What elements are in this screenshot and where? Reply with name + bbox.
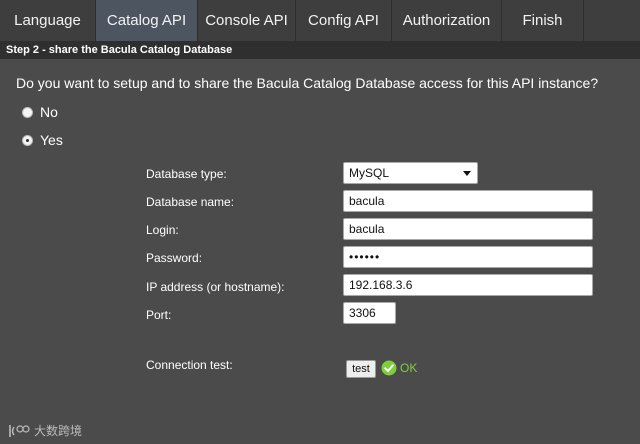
tab-authorization[interactable]: Authorization	[392, 0, 502, 41]
tab-authorization-label: Authorization	[402, 12, 491, 29]
password-input[interactable]: ••••••	[343, 246, 593, 268]
tab-config-api-label: Config API	[308, 12, 379, 29]
tab-console-api[interactable]: Console API	[198, 0, 296, 41]
option-yes[interactable]: Yes	[22, 132, 63, 148]
wizard-steps: Language Catalog API Console API Config …	[0, 0, 640, 41]
chevron-down-icon	[463, 171, 471, 176]
port-input[interactable]: 3306	[343, 302, 396, 324]
radio-yes[interactable]	[22, 134, 33, 146]
tab-language[interactable]: Language	[0, 0, 96, 41]
option-yes-label: Yes	[40, 132, 63, 148]
watermark: 大数跨境	[8, 422, 82, 439]
option-no[interactable]: No	[22, 104, 58, 120]
tab-catalog-api[interactable]: Catalog API	[96, 0, 198, 41]
tab-catalog-api-label: Catalog API	[106, 12, 187, 29]
db-type-value: MySQL	[349, 166, 390, 180]
setup-question: Do you want to setup and to share the Ba…	[16, 75, 599, 91]
port-label: Port:	[146, 308, 172, 322]
ip-input[interactable]: 192.168.3.6	[343, 274, 593, 296]
db-name-label: Database name:	[146, 195, 235, 209]
brand-logo-icon	[9, 424, 30, 437]
connection-result: OK	[400, 361, 418, 375]
tab-finish[interactable]: Finish	[502, 0, 584, 41]
tab-config-api[interactable]: Config API	[296, 0, 392, 41]
login-input[interactable]: bacula	[343, 218, 593, 240]
db-type-label: Database type:	[146, 167, 227, 181]
option-no-label: No	[40, 104, 58, 120]
ip-label: IP address (or hostname):	[146, 280, 285, 294]
db-type-select[interactable]: MySQL	[343, 162, 478, 184]
tab-spacer	[584, 0, 640, 41]
password-label: Password:	[146, 251, 203, 265]
tab-console-api-label: Console API	[205, 12, 288, 29]
watermark-text: 大数跨境	[34, 424, 83, 438]
radio-no[interactable]	[22, 106, 33, 118]
db-name-input[interactable]: bacula	[343, 190, 593, 212]
tab-finish-label: Finish	[522, 12, 563, 29]
check-circle-icon	[381, 360, 397, 376]
login-label: Login:	[146, 223, 179, 237]
connection-test-label: Connection test:	[146, 358, 233, 372]
tab-language-label: Language	[14, 12, 81, 29]
step-header: Step 2 - share the Bacula Catalog Databa…	[0, 41, 640, 59]
test-button[interactable]: test	[346, 360, 376, 378]
